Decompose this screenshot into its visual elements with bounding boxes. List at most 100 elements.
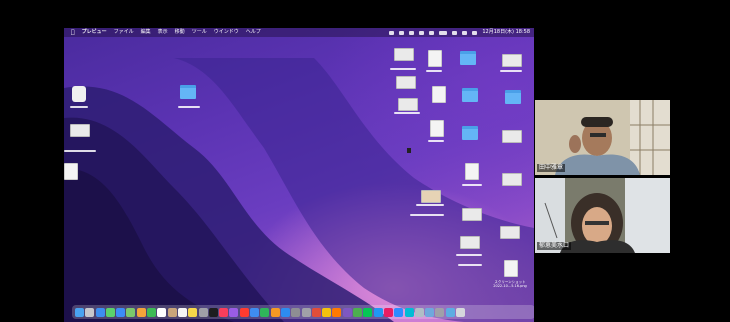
finder-icon[interactable]: [75, 307, 84, 317]
icon-label: [500, 70, 522, 72]
screenshot-file-icon[interactable]: [502, 54, 522, 67]
downloads-folder-icon[interactable]: [445, 307, 455, 317]
app-icon[interactable]: [311, 307, 321, 317]
control-center-icon[interactable]: [472, 30, 478, 35]
icon-label: [456, 254, 482, 256]
folder-icon[interactable]: [462, 126, 478, 140]
pages-icon[interactable]: [270, 307, 280, 317]
screenshot-file-icon[interactable]: [398, 98, 418, 111]
chrome-icon[interactable]: [322, 307, 332, 317]
icon-label: [428, 140, 444, 142]
icon-label: [426, 70, 442, 72]
menubar-clock: 12月18日(木) 18:58: [482, 29, 530, 35]
battery-icon[interactable]: [439, 30, 448, 35]
settings-icon[interactable]: [291, 307, 301, 317]
preview-icon[interactable]: [425, 307, 435, 317]
participant-video-tile[interactable]: 田中雅章: [535, 100, 670, 175]
menu-item-go[interactable]: 移動: [175, 28, 185, 37]
trash-icon[interactable]: [455, 307, 465, 317]
cloud-status-icon[interactable]: [389, 30, 395, 35]
safari-icon[interactable]: [95, 307, 105, 317]
app-icon[interactable]: [72, 86, 86, 102]
menu-item-view[interactable]: 表示: [158, 28, 168, 37]
screenshot-file-icon[interactable]: [421, 190, 441, 203]
menu-item-file[interactable]: ファイル: [114, 28, 134, 37]
app-icon[interactable]: [414, 307, 424, 317]
screenshot-file-icon[interactable]: [502, 130, 522, 143]
screenshot-file-icon[interactable]: [462, 208, 482, 221]
keynote-icon[interactable]: [250, 307, 260, 317]
status-icon[interactable]: [409, 30, 415, 35]
document-file-icon[interactable]: [64, 163, 78, 180]
line-icon[interactable]: [363, 307, 373, 317]
screenshot-file-icon[interactable]: [70, 124, 90, 137]
document-file-icon[interactable]: [504, 260, 518, 277]
icon-label: [462, 184, 482, 186]
icon-label: [70, 106, 88, 108]
maps-icon[interactable]: [126, 307, 136, 317]
zoom-icon[interactable]: [394, 307, 404, 317]
icon-label: [410, 214, 444, 216]
photos-icon[interactable]: [136, 307, 146, 317]
screenshot-file-icon[interactable]: [500, 226, 520, 239]
app-icon[interactable]: [332, 307, 342, 317]
menu-item-edit[interactable]: 編集: [141, 28, 151, 37]
menu-item-app[interactable]: プレビュー: [82, 28, 107, 37]
icon-label: [64, 150, 96, 152]
apple-menu-icon[interactable]: : [71, 28, 75, 37]
document-file-icon[interactable]: [432, 86, 446, 103]
notes-icon[interactable]: [188, 307, 198, 317]
app-store-icon[interactable]: [280, 307, 290, 317]
calendar-icon[interactable]: [157, 307, 167, 317]
document-file-icon[interactable]: [465, 163, 479, 180]
folder-icon[interactable]: [505, 90, 521, 104]
music-icon[interactable]: [219, 307, 229, 317]
question-icon[interactable]: [435, 307, 445, 317]
icon-label: [178, 106, 200, 108]
menu-item-help[interactable]: ヘルプ: [246, 28, 261, 37]
folder-icon[interactable]: [462, 88, 478, 102]
folder-icon[interactable]: [460, 51, 476, 65]
news-icon[interactable]: [239, 307, 249, 317]
facetime-icon[interactable]: [147, 307, 157, 317]
podcasts-icon[interactable]: [229, 307, 239, 317]
contacts-icon[interactable]: [167, 307, 177, 317]
participant-video-tile[interactable]: 郁恵美水口: [535, 178, 670, 253]
messages-icon[interactable]: [105, 307, 115, 317]
app-icon[interactable]: [373, 307, 383, 317]
wifi-icon[interactable]: [452, 30, 458, 35]
participant-name: 郁恵美水口: [537, 242, 572, 250]
screenshot-file-icon[interactable]: [396, 76, 416, 89]
document-file-icon[interactable]: [430, 120, 444, 137]
numbers-icon[interactable]: [260, 307, 270, 317]
menu-item-window[interactable]: ウインドウ: [214, 28, 239, 37]
bluetooth-icon[interactable]: [429, 30, 435, 35]
reminders-icon[interactable]: [177, 307, 187, 317]
screenshot-file-icon[interactable]: [460, 236, 480, 249]
participant-name: 田中雅章: [537, 164, 566, 172]
icon-label: [394, 112, 420, 114]
status-icon[interactable]: [399, 30, 405, 35]
app-icon[interactable]: [353, 307, 363, 317]
icon-label: [458, 264, 482, 266]
app-icon[interactable]: [383, 307, 393, 317]
app-icon[interactable]: [404, 307, 414, 317]
document-file-icon[interactable]: [428, 50, 442, 67]
question-icon[interactable]: [301, 307, 311, 317]
mac-desktop-screen:  プレビュー ファイル 編集 表示 移動 ツール ウインドウ ヘルプ 12月1…: [64, 28, 534, 322]
app-icon[interactable]: [342, 307, 352, 317]
folder-icon[interactable]: [180, 85, 196, 99]
screenshot-file-icon[interactable]: [502, 173, 522, 186]
screenshot-file-icon[interactable]: [394, 48, 414, 61]
tv-icon[interactable]: [208, 307, 218, 317]
mail-icon[interactable]: [116, 307, 126, 317]
mouse-cursor: [407, 148, 411, 153]
search-icon[interactable]: [462, 30, 468, 35]
menu-bar:  プレビュー ファイル 編集 表示 移動 ツール ウインドウ ヘルプ 12月1…: [64, 28, 534, 37]
launchpad-icon[interactable]: [85, 307, 95, 317]
question-icon[interactable]: [198, 307, 208, 317]
wallpaper-waves: [64, 58, 534, 322]
desktop-file-label: スクリーンショット 2022-10...5.16.png: [493, 280, 527, 288]
status-icon[interactable]: [419, 30, 425, 35]
menu-item-tools[interactable]: ツール: [192, 28, 207, 37]
